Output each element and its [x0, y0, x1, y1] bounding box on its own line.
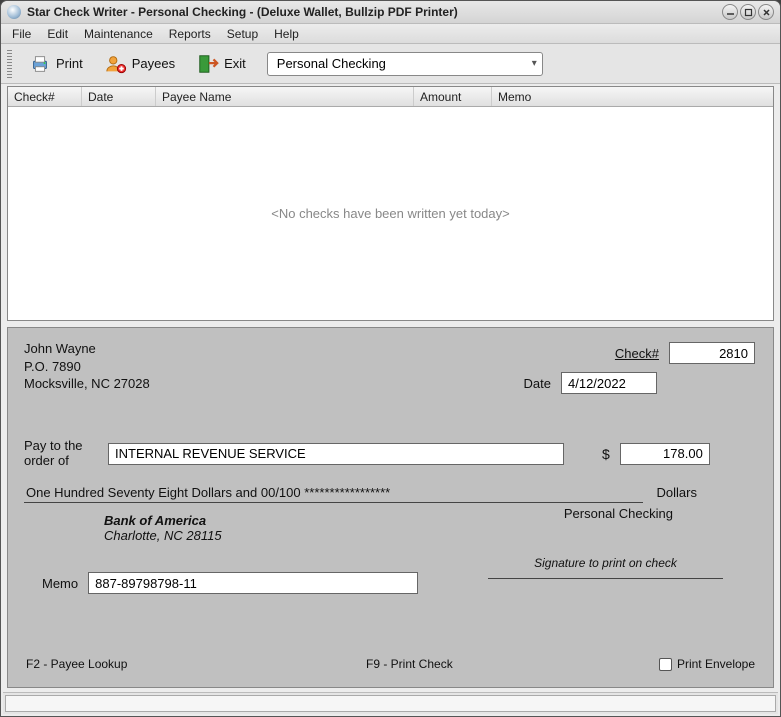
grid-header: Check# Date Payee Name Amount Memo: [8, 87, 773, 107]
menu-edit[interactable]: Edit: [39, 25, 76, 43]
checks-grid: Check# Date Payee Name Amount Memo <No c…: [7, 86, 774, 321]
menubar: File Edit Maintenance Reports Setup Help: [1, 24, 780, 44]
exit-label: Exit: [224, 56, 246, 71]
hint-print-check: F9 - Print Check: [366, 657, 453, 671]
account-dropdown[interactable]: Personal Checking ▾: [267, 52, 543, 76]
maximize-button[interactable]: [740, 4, 756, 20]
exit-icon: [197, 53, 219, 75]
status-cell: [5, 695, 776, 712]
titlebar[interactable]: Star Check Writer - Personal Checking - …: [1, 1, 780, 24]
amount-words: One Hundred Seventy Eight Dollars and 00…: [24, 485, 643, 503]
memo-label: Memo: [42, 576, 78, 591]
col-date[interactable]: Date: [82, 87, 156, 106]
print-envelope-checkbox[interactable]: [659, 658, 672, 671]
people-icon: [105, 53, 127, 75]
toolbar: Print Payees Exit Personal Checking ▾: [1, 44, 780, 84]
print-button[interactable]: Print: [20, 49, 92, 79]
menu-maintenance[interactable]: Maintenance: [76, 25, 161, 43]
account-type: Personal Checking: [564, 506, 673, 521]
check-panel: John Wayne P.O. 7890 Mocksville, NC 2702…: [7, 327, 774, 688]
exit-button[interactable]: Exit: [188, 49, 255, 79]
printer-icon: [29, 53, 51, 75]
date-label: Date: [524, 376, 551, 391]
menu-help[interactable]: Help: [266, 25, 307, 43]
app-icon: [7, 5, 21, 19]
bank-city: Charlotte, NC 28115: [104, 528, 757, 543]
col-memo[interactable]: Memo: [492, 87, 773, 106]
menu-setup[interactable]: Setup: [219, 25, 266, 43]
window-title: Star Check Writer - Personal Checking - …: [27, 5, 722, 19]
payee-input[interactable]: [108, 443, 564, 465]
payees-label: Payees: [132, 56, 175, 71]
amount-input[interactable]: [620, 443, 710, 465]
minimize-button[interactable]: [722, 4, 738, 20]
date-input[interactable]: [561, 372, 657, 394]
col-amount[interactable]: Amount: [414, 87, 492, 106]
menu-file[interactable]: File: [4, 25, 39, 43]
chevron-down-icon: ▾: [532, 58, 537, 69]
close-button[interactable]: [758, 4, 774, 20]
menu-reports[interactable]: Reports: [161, 25, 219, 43]
print-label: Print: [56, 56, 83, 71]
grid-empty-message: <No checks have been written yet today>: [271, 206, 509, 221]
checknum-label: Check#: [615, 346, 659, 361]
toolbar-grip: [7, 50, 12, 78]
dollar-sign: $: [602, 446, 610, 462]
payees-button[interactable]: Payees: [96, 49, 184, 79]
statusbar: [3, 692, 778, 714]
signature-line: [488, 578, 723, 579]
memo-input[interactable]: [88, 572, 418, 594]
hint-payee-lookup: F2 - Payee Lookup: [26, 657, 127, 671]
col-checknum[interactable]: Check#: [8, 87, 82, 106]
signature-block: Signature to print on check: [488, 556, 723, 579]
print-envelope-label: Print Envelope: [677, 657, 755, 671]
payto-label: Pay to the order of: [24, 439, 98, 469]
signature-label: Signature to print on check: [488, 556, 723, 570]
app-window: Star Check Writer - Personal Checking - …: [0, 0, 781, 717]
col-payee[interactable]: Payee Name: [156, 87, 414, 106]
grid-body: <No checks have been written yet today>: [8, 107, 773, 320]
account-selected: Personal Checking: [277, 56, 386, 71]
checknum-input[interactable]: [669, 342, 755, 364]
dollars-label: Dollars: [657, 485, 757, 500]
